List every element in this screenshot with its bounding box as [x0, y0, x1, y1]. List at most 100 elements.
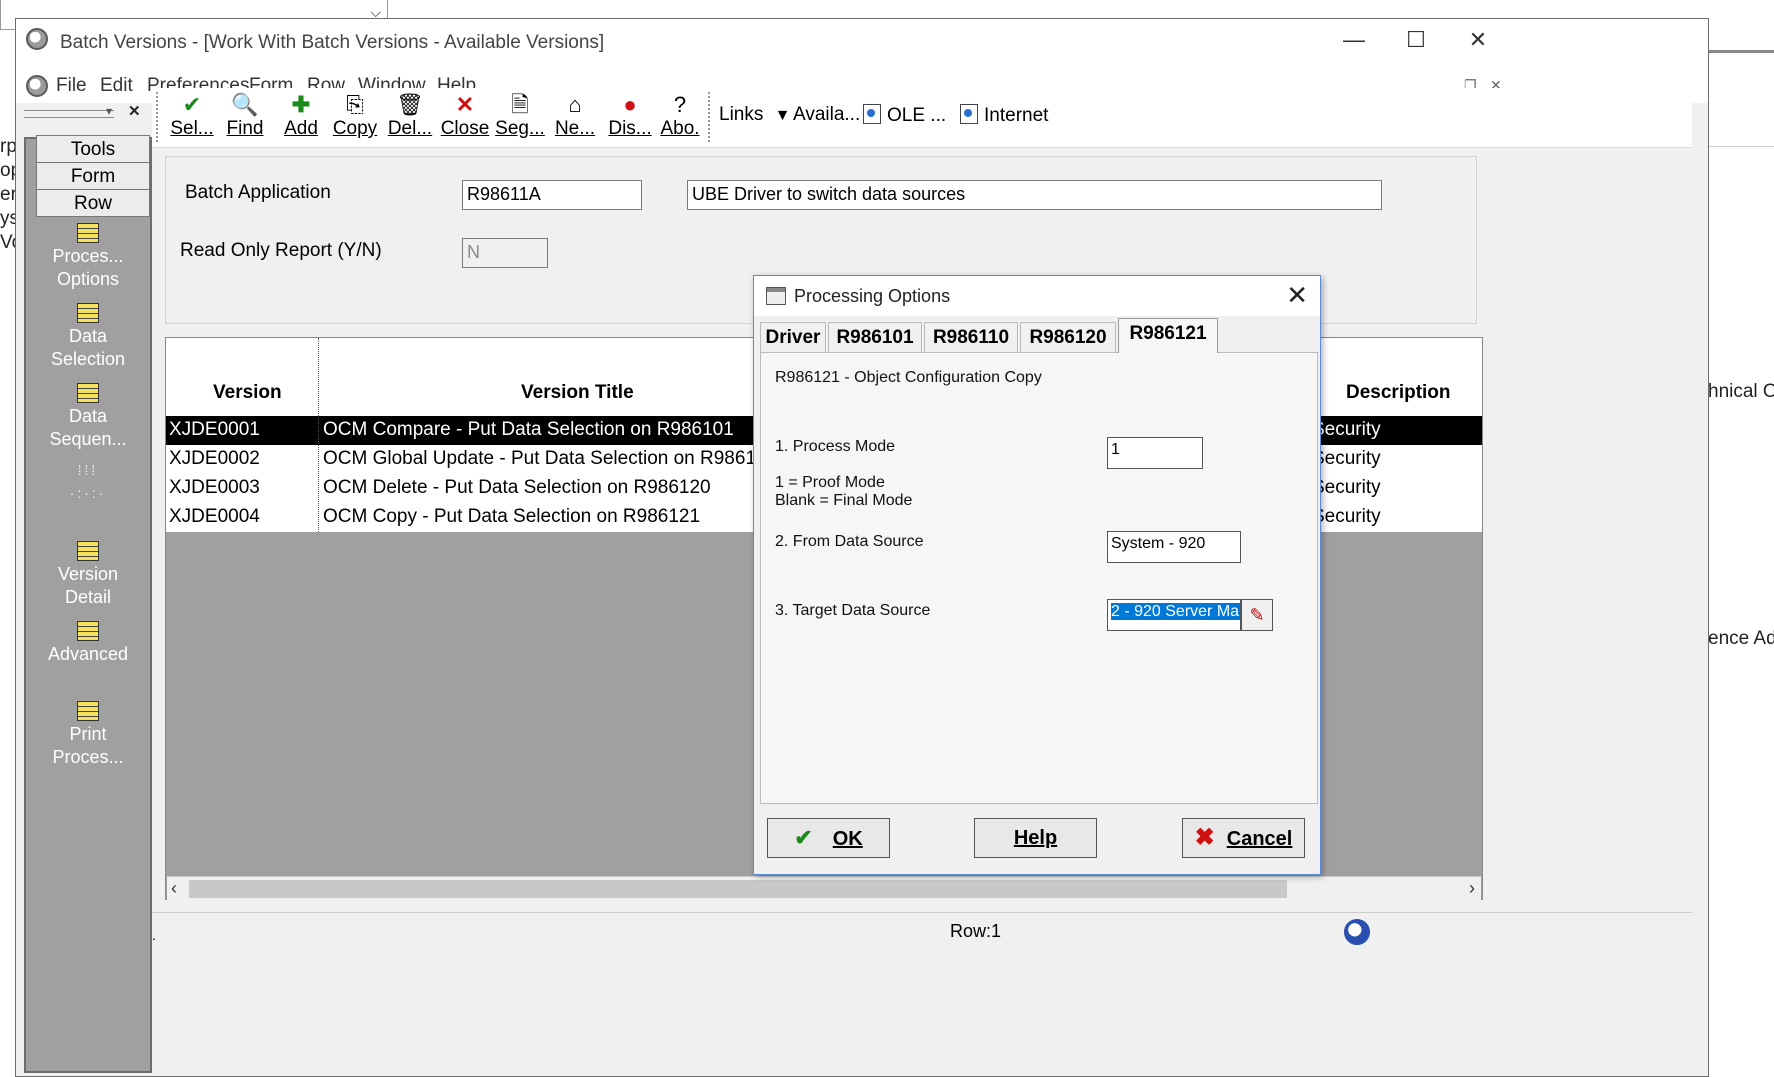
plus-icon: ✚	[291, 92, 311, 117]
exit-data-sequencing[interactable]: Data Sequen...	[26, 383, 150, 451]
exit-bar: Tools Form Row Proces... Options Data Se…	[24, 135, 152, 1073]
from-data-source-input[interactable]: System - 920	[1107, 531, 1241, 563]
exit-data-selection[interactable]: Data Selection	[26, 303, 150, 371]
find-button[interactable]: 🔍 Find	[215, 92, 275, 140]
find-icon: 🔍	[231, 92, 259, 117]
exit-tools-button[interactable]: Tools	[36, 135, 150, 163]
dialog-close-button[interactable]: ✕	[1286, 280, 1308, 311]
scroll-left-icon[interactable]: ‹	[171, 878, 177, 899]
tab-r986101[interactable]: R986101	[828, 322, 922, 352]
toolbar-separator	[708, 92, 712, 142]
background-divider	[1708, 146, 1774, 147]
ole-link[interactable]: OLE ...	[863, 104, 946, 127]
background-text: ence Ad	[1708, 628, 1774, 649]
scroll-right-icon[interactable]: ›	[1469, 878, 1475, 899]
batch-application-label: Batch Application	[185, 182, 331, 203]
column-header-description[interactable]: Description	[1346, 382, 1451, 404]
copy-button[interactable]: ⎘ Copy	[325, 92, 385, 140]
links-menu[interactable]: Links ▼	[719, 104, 790, 126]
tab-r986121[interactable]: R986121	[1118, 318, 1218, 353]
column-header-version-title[interactable]: Version Title	[521, 382, 634, 404]
checkmark-icon: ✔	[794, 825, 813, 850]
tab-r986120[interactable]: R986120	[1020, 322, 1116, 352]
dropdown-icon: ▼	[774, 107, 791, 124]
dialog-title: Processing Options	[794, 286, 951, 306]
grip-handle[interactable]	[24, 110, 114, 118]
separator-icon: ·:·:·	[69, 485, 107, 501]
about-button[interactable]: ? Abo.	[650, 92, 710, 140]
globe-icon	[1344, 919, 1370, 945]
report-icon	[77, 383, 99, 403]
process-mode-input[interactable]: 1	[1107, 437, 1203, 469]
menu-edit[interactable]: Edit	[100, 75, 133, 97]
process-mode-label: 1. Process Mode	[775, 438, 896, 455]
processing-options-dialog: Processing Options ✕ Driver R986101 R986…	[753, 275, 1321, 875]
ok-button[interactable]: ✔ OK	[767, 818, 890, 858]
trash-icon: 🗑	[396, 92, 424, 117]
separator-icon: ⁞⁞⁞	[77, 462, 99, 478]
select-button[interactable]: ✔ Sel...	[162, 92, 222, 140]
report-icon	[77, 303, 99, 323]
window-title: Batch Versions - [Work With Batch Versio…	[60, 32, 605, 53]
add-button[interactable]: ✚ Add	[271, 92, 331, 140]
close-x-icon: ✕	[455, 92, 475, 117]
options-panel: R986121 - Object Configuration Copy 1. P…	[760, 352, 1318, 804]
dialog-tabs: Driver R986101 R986110 R986120 R986121	[760, 318, 1316, 353]
row-indicator: Row:1	[950, 921, 1002, 941]
globe-icon	[26, 75, 48, 97]
process-mode-help: Blank = Final Mode	[775, 492, 913, 509]
report-icon	[77, 701, 99, 721]
menu-file[interactable]: File	[56, 75, 87, 97]
title-bar: Batch Versions - [Work With Batch Versio…	[16, 19, 1708, 67]
document-icon: 🗎	[511, 92, 529, 117]
exit-form-button[interactable]: Form	[36, 162, 150, 190]
tab-r986110[interactable]: R986110	[924, 322, 1018, 352]
exit-advanced[interactable]: Advanced	[26, 621, 150, 666]
background-divider	[1708, 50, 1774, 53]
dropdown-icon[interactable]: ▾	[106, 104, 112, 118]
available-link[interactable]: Availa...	[793, 104, 860, 126]
checkmark-icon: ✔	[182, 92, 202, 117]
background-text: hnical O	[1708, 381, 1774, 402]
panel-heading: R986121 - Object Configuration Copy	[775, 369, 1042, 386]
cancel-button[interactable]: ✖ Cancel	[1182, 818, 1305, 858]
segment-button[interactable]: 🗎 Seg...	[490, 92, 550, 140]
toolbar-grip	[156, 92, 160, 142]
close-button[interactable]: ✕ Close	[435, 92, 495, 140]
close-window-button[interactable]: ✕	[1458, 27, 1498, 53]
report-icon	[77, 541, 99, 561]
maximize-button[interactable]: ☐	[1396, 27, 1436, 53]
dialog-title-bar: Processing Options ✕	[754, 276, 1320, 316]
target-data-source-input[interactable]: 2 - 920 Server Map	[1107, 599, 1241, 631]
window-icon	[766, 287, 786, 305]
network-icon: ⌂	[568, 92, 582, 117]
process-mode-help: 1 = Proof Mode	[775, 474, 885, 491]
ole-icon	[863, 104, 881, 124]
batch-application-description: UBE Driver to switch data sources	[687, 180, 1382, 210]
internet-link[interactable]: Internet	[960, 104, 1048, 127]
tab-driver[interactable]: Driver	[760, 322, 826, 352]
horizontal-scrollbar[interactable]: ‹ ›	[167, 876, 1481, 901]
read-only-report-input[interactable]: N	[462, 238, 548, 268]
scrollbar-thumb[interactable]	[189, 880, 1287, 898]
flashlight-icon: ✎	[1249, 605, 1265, 625]
column-header-version[interactable]: Version	[213, 382, 282, 404]
help-button[interactable]: Help	[974, 818, 1097, 858]
globe-icon	[26, 28, 48, 50]
visual-assist-button[interactable]: ✎	[1241, 599, 1273, 631]
read-only-report-label: Read Only Report (Y/N)	[180, 240, 382, 261]
target-data-source-label: 3. Target Data Source	[775, 602, 931, 619]
internet-icon	[960, 104, 978, 124]
exit-row-button[interactable]: Row	[36, 189, 150, 217]
copy-icon: ⎘	[346, 92, 364, 117]
exit-version-detail[interactable]: Version Detail	[26, 541, 150, 609]
column-divider	[318, 338, 319, 532]
close-icon[interactable]: ✕	[128, 102, 141, 120]
exit-bar-header: ▾ ✕	[24, 102, 149, 126]
batch-application-input[interactable]: R98611A	[462, 180, 642, 210]
minimize-button[interactable]: —	[1334, 27, 1374, 53]
new-button[interactable]: ⌂ Ne...	[545, 92, 605, 140]
exit-processing-options[interactable]: Proces... Options	[26, 223, 150, 291]
delete-button[interactable]: 🗑 Del...	[380, 92, 440, 140]
exit-print-processing[interactable]: Print Proces...	[26, 701, 150, 769]
